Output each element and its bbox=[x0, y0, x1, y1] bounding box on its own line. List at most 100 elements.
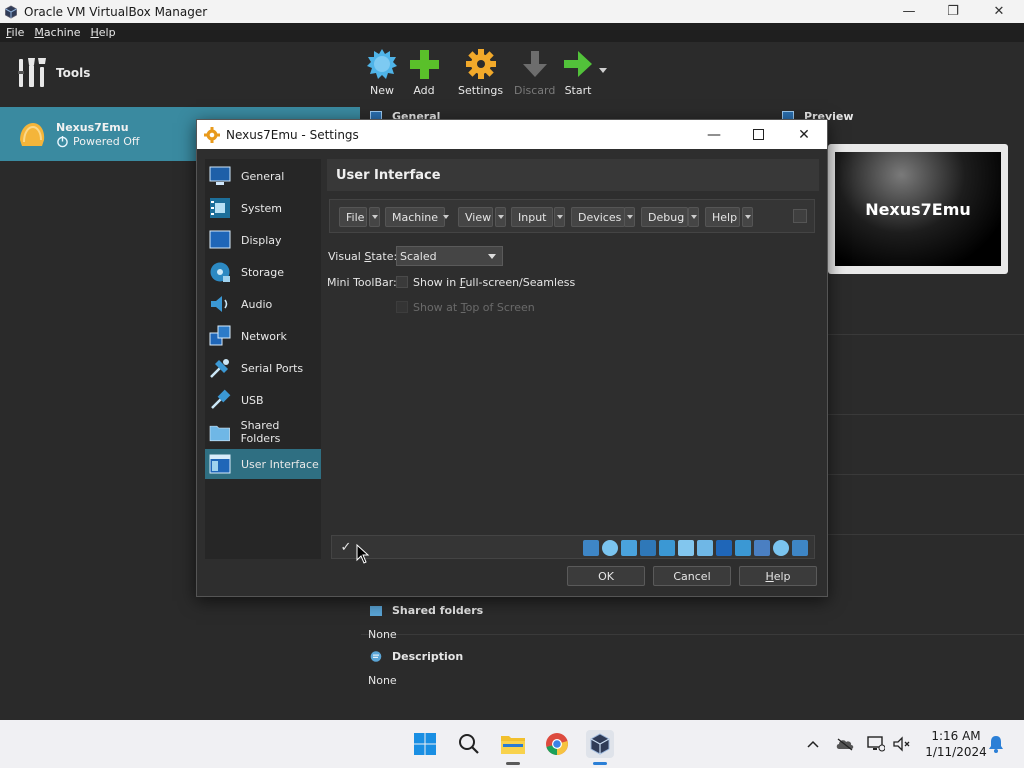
menu-editor-help[interactable]: Help bbox=[705, 207, 740, 227]
audio-indicator-icon[interactable] bbox=[640, 540, 656, 556]
nav-item-audio[interactable]: Audio bbox=[205, 289, 321, 319]
menu-editor-machine-dropdown[interactable] bbox=[440, 207, 451, 227]
settings-category-list: General System Display Storage Audio Net… bbox=[205, 159, 321, 559]
menu-file[interactable]: File bbox=[6, 26, 24, 39]
add-button[interactable]: Add bbox=[407, 46, 441, 97]
nav-item-user-interface[interactable]: User Interface bbox=[205, 449, 321, 479]
dialog-close-button[interactable]: ✕ bbox=[781, 120, 827, 149]
menu-editor-file[interactable]: File bbox=[339, 207, 367, 227]
usb-icon bbox=[211, 389, 231, 409]
dialog-minimize-button[interactable]: — bbox=[691, 120, 737, 149]
menu-machine[interactable]: Machine bbox=[34, 26, 80, 39]
close-button[interactable]: ✕ bbox=[976, 0, 1022, 23]
menu-bar-enable-checkbox[interactable] bbox=[793, 209, 807, 223]
features-indicator-icon[interactable] bbox=[754, 540, 770, 556]
ok-button[interactable]: OK bbox=[567, 566, 645, 586]
start-dropdown-icon[interactable] bbox=[599, 68, 607, 74]
notifications-button[interactable] bbox=[986, 734, 1006, 754]
nav-item-system[interactable]: System bbox=[205, 193, 321, 223]
onedrive-button[interactable] bbox=[835, 734, 855, 754]
volume-muted-icon bbox=[893, 736, 910, 752]
mouse-indicator-icon[interactable] bbox=[773, 540, 789, 556]
tools-label: Tools bbox=[56, 66, 91, 80]
show-fullscreen-checkbox[interactable] bbox=[396, 276, 408, 288]
status-bar-enable-checkbox[interactable]: ✓ bbox=[338, 539, 354, 555]
menu-editor-devices[interactable]: Devices bbox=[571, 207, 625, 227]
volume-button[interactable] bbox=[892, 734, 912, 754]
storage-disc-icon bbox=[210, 262, 230, 282]
file-explorer-button[interactable] bbox=[499, 730, 527, 758]
new-button[interactable]: New bbox=[365, 46, 399, 97]
vm-state: Powered Off bbox=[56, 135, 140, 148]
usb-indicator-icon[interactable] bbox=[678, 540, 694, 556]
chrome-button[interactable] bbox=[543, 730, 571, 758]
show-fullscreen-label[interactable]: Show in Full-screen/Seamless bbox=[413, 276, 575, 289]
menu-help[interactable]: Help bbox=[90, 26, 115, 39]
nav-item-serial-ports[interactable]: Serial Ports bbox=[205, 353, 321, 383]
taskbar: 1:16 AM 1/11/2024 bbox=[0, 720, 1024, 768]
description-section-header[interactable]: Description bbox=[370, 650, 463, 663]
nav-item-storage[interactable]: Storage bbox=[205, 257, 321, 287]
start-label: Start bbox=[564, 84, 592, 97]
active-indicator bbox=[593, 762, 607, 765]
menu-bar: File Machine Help bbox=[0, 23, 1024, 42]
floppy-indicator-icon[interactable] bbox=[621, 540, 637, 556]
minimize-button[interactable]: — bbox=[886, 0, 932, 23]
show-top-checkbox[interactable] bbox=[396, 301, 408, 313]
cloud-offline-icon bbox=[836, 738, 854, 751]
main-title-bar: Oracle VM VirtualBox Manager — ❐ ✕ bbox=[0, 0, 1024, 23]
nav-item-usb[interactable]: USB bbox=[205, 385, 321, 415]
new-icon bbox=[367, 49, 397, 79]
network-status-button[interactable] bbox=[866, 734, 886, 754]
close-icon: ✕ bbox=[993, 4, 1005, 19]
start-menu-button[interactable] bbox=[411, 730, 439, 758]
menu-editor-file-dropdown[interactable] bbox=[369, 207, 380, 227]
settings-button[interactable]: Settings bbox=[458, 46, 503, 97]
start-button[interactable]: Start bbox=[561, 46, 595, 97]
nav-item-general[interactable]: General bbox=[205, 161, 321, 191]
nav-item-network[interactable]: Network bbox=[205, 321, 321, 351]
menu-editor-help-dropdown[interactable] bbox=[742, 207, 753, 227]
visual-state-select[interactable]: Scaled bbox=[396, 246, 503, 266]
show-hidden-icons-button[interactable] bbox=[803, 734, 823, 754]
menu-editor-debug[interactable]: Debug bbox=[641, 207, 688, 227]
menu-editor-view[interactable]: View bbox=[458, 207, 493, 227]
menu-editor-view-dropdown[interactable] bbox=[495, 207, 506, 227]
visual-state-label: Visual State: bbox=[328, 250, 398, 263]
help-button[interactable]: Help bbox=[739, 566, 817, 586]
cancel-button[interactable]: Cancel bbox=[653, 566, 731, 586]
tools-item[interactable]: Tools bbox=[0, 42, 360, 104]
menu-editor-machine[interactable]: Machine bbox=[385, 207, 445, 227]
display-indicator-icon[interactable] bbox=[716, 540, 732, 556]
discard-button[interactable]: Discard bbox=[514, 46, 555, 97]
optical-drive-indicator-icon[interactable] bbox=[602, 540, 618, 556]
settings-page: User Interface File Machine View Input D… bbox=[327, 159, 819, 559]
user-interface-icon bbox=[209, 454, 231, 474]
dialog-maximize-button[interactable] bbox=[735, 120, 781, 149]
divider bbox=[361, 634, 1024, 635]
keyboard-indicator-icon[interactable] bbox=[792, 540, 808, 556]
bell-icon bbox=[989, 736, 1003, 753]
nav-item-display[interactable]: Display bbox=[205, 225, 321, 255]
shared-folders-indicator-icon[interactable] bbox=[697, 540, 713, 556]
shared-folders-section-header[interactable]: Shared folders bbox=[370, 604, 483, 617]
clock-date: 1/11/2024 bbox=[925, 745, 987, 759]
menu-editor-devices-dropdown[interactable] bbox=[624, 207, 635, 227]
maximize-button[interactable]: ❐ bbox=[930, 0, 976, 23]
settings-dialog: Nexus7Emu - Settings — ✕ General System … bbox=[196, 119, 828, 597]
display-monitor-icon bbox=[209, 230, 231, 249]
clock[interactable]: 1:16 AM 1/11/2024 bbox=[918, 728, 994, 760]
start-arrow-right-icon bbox=[564, 51, 592, 77]
menu-editor-input-dropdown[interactable] bbox=[554, 207, 565, 227]
network-indicator-icon[interactable] bbox=[659, 540, 675, 556]
menu-editor-input[interactable]: Input bbox=[511, 207, 553, 227]
nav-item-shared-folders[interactable]: Shared Folders bbox=[205, 417, 321, 447]
recording-indicator-icon[interactable] bbox=[735, 540, 751, 556]
minimize-icon: — bbox=[707, 126, 721, 143]
chevron-down-icon bbox=[442, 215, 449, 219]
chevron-down-icon bbox=[690, 215, 697, 219]
search-button[interactable] bbox=[455, 730, 483, 758]
menu-editor-debug-dropdown[interactable] bbox=[688, 207, 699, 227]
hard-disk-indicator-icon[interactable] bbox=[583, 540, 599, 556]
virtualbox-taskbar-button[interactable] bbox=[586, 730, 614, 758]
